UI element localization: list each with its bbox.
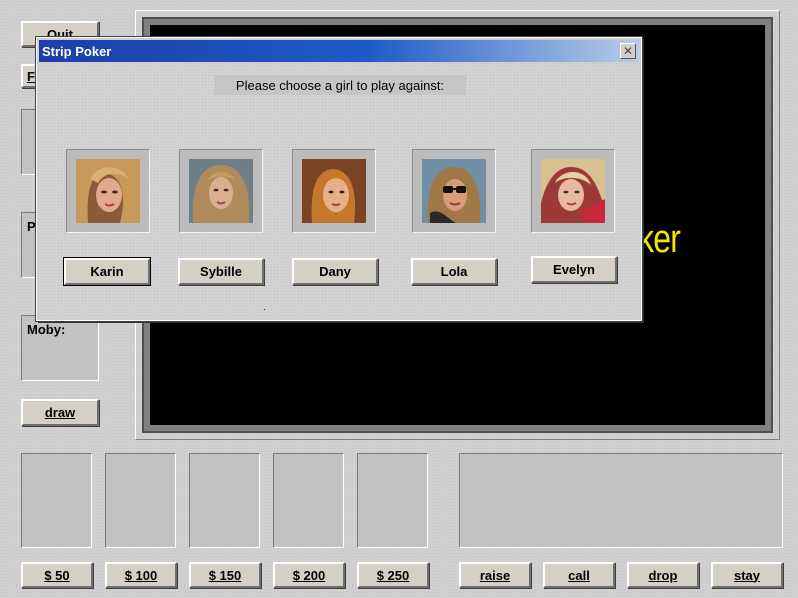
portrait-frame-sybille[interactable]	[179, 149, 263, 233]
bet-200-button[interactable]: $ 200	[273, 562, 345, 588]
card-slot-5[interactable]	[357, 453, 428, 548]
bet-50-button[interactable]: $ 50	[21, 562, 93, 588]
card-slot-1[interactable]	[21, 453, 92, 548]
call-button[interactable]: call	[543, 562, 615, 588]
card-slot-2[interactable]	[105, 453, 176, 548]
drop-button[interactable]: drop	[627, 562, 699, 588]
opponent-label: Moby:	[27, 322, 66, 337]
select-evelyn-button[interactable]: Evelyn	[531, 256, 617, 283]
select-dany-button[interactable]: Dany	[292, 258, 378, 285]
raise-button[interactable]: raise	[459, 562, 531, 588]
draw-button[interactable]: draw	[21, 399, 99, 426]
bet-150-button[interactable]: $ 150	[189, 562, 261, 588]
portrait-frame-karin[interactable]	[66, 149, 150, 233]
portrait-frame-lola[interactable]	[412, 149, 496, 233]
dialog-titlebar[interactable]: Strip Poker ✕	[39, 40, 639, 62]
focus-dot	[264, 309, 265, 310]
choose-opponent-dialog: Strip Poker ✕ Please choose a girl to pl…	[35, 36, 643, 322]
select-sybille-button[interactable]: Sybille	[178, 258, 264, 285]
card-slot-4[interactable]	[273, 453, 344, 548]
message-panel	[459, 453, 783, 548]
opponent-panel: Moby:	[21, 315, 99, 381]
card-slot-3[interactable]	[189, 453, 260, 548]
portrait-frame-dany[interactable]	[292, 149, 376, 233]
portrait-sybille[interactable]	[189, 159, 253, 223]
bet-250-button[interactable]: $ 250	[357, 562, 429, 588]
select-karin-button[interactable]: Karin	[63, 257, 151, 286]
portrait-dany[interactable]	[302, 159, 366, 223]
portrait-frame-evelyn[interactable]	[531, 149, 615, 233]
portrait-lola[interactable]	[422, 159, 486, 223]
close-icon[interactable]: ✕	[620, 43, 636, 59]
dialog-body: Please choose a girl to play against: Ka…	[39, 62, 639, 318]
game-title-text: ker	[638, 217, 681, 261]
portrait-karin[interactable]	[76, 159, 140, 223]
portrait-evelyn[interactable]	[541, 159, 605, 223]
select-lola-button[interactable]: Lola	[411, 258, 497, 285]
player-label: P	[27, 219, 36, 234]
bet-100-button[interactable]: $ 100	[105, 562, 177, 588]
dialog-prompt: Please choose a girl to play against:	[214, 75, 466, 95]
dialog-title: Strip Poker	[42, 43, 112, 59]
stay-button[interactable]: stay	[711, 562, 783, 588]
